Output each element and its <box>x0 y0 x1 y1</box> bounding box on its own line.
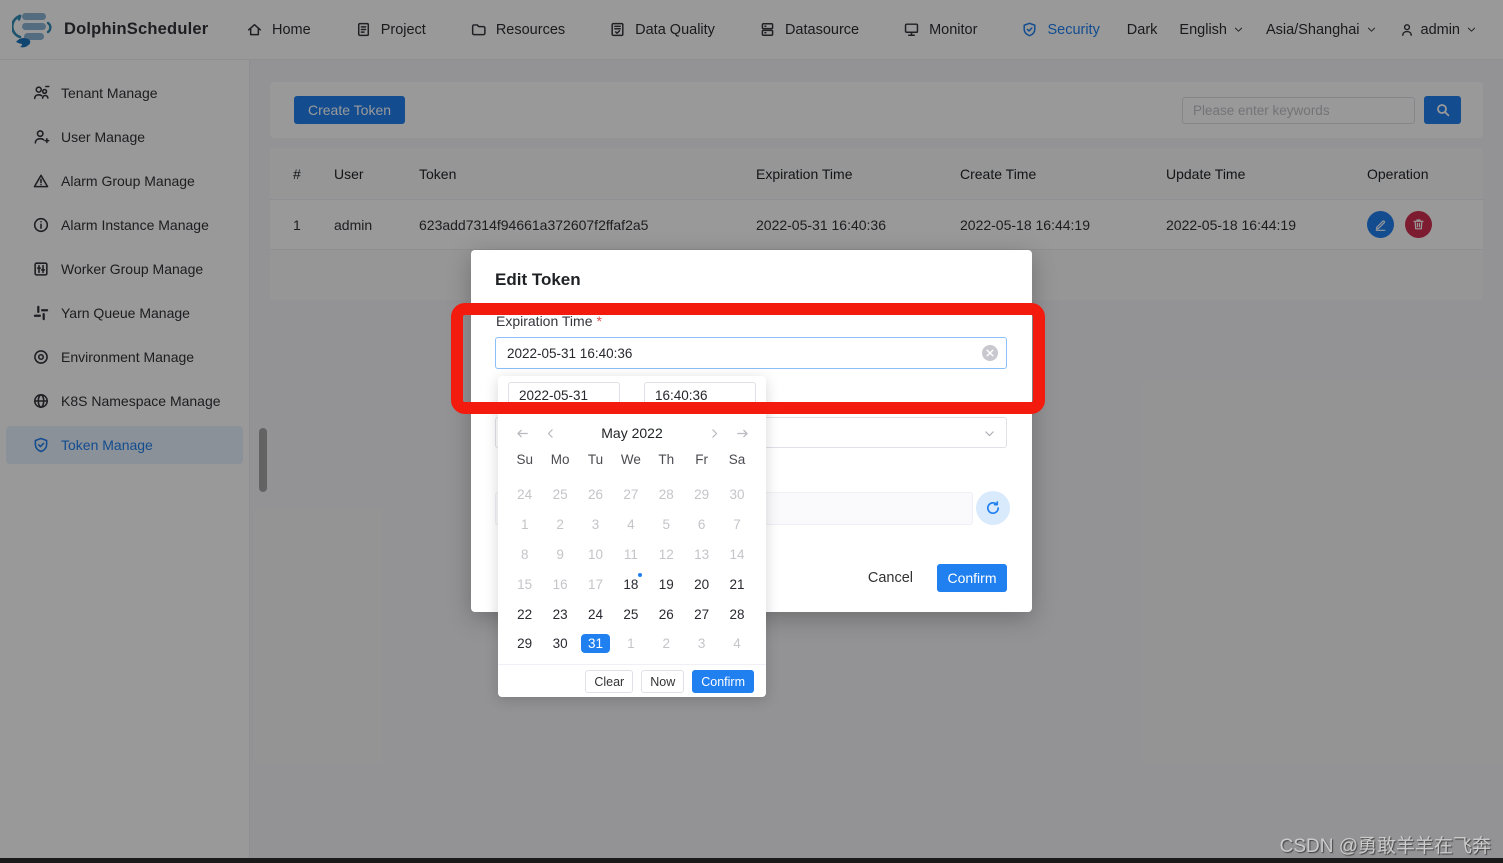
clear-button[interactable]: Clear <box>585 670 633 693</box>
calendar-day[interactable]: 9 <box>542 540 577 570</box>
now-button[interactable]: Now <box>641 670 684 693</box>
calendar-day[interactable]: 2 <box>542 510 577 540</box>
calendar-day[interactable]: 8 <box>507 540 542 570</box>
weekday-label: Fr <box>684 452 719 467</box>
weekday-label: Sa <box>719 452 754 467</box>
red-highlight-annotation <box>451 303 1045 414</box>
calendar-day[interactable]: 16 <box>542 569 577 599</box>
calendar-day[interactable]: 29 <box>507 629 542 659</box>
calendar-day[interactable]: 10 <box>578 540 613 570</box>
fast-backward-icon[interactable] <box>508 426 536 441</box>
bottom-bar <box>0 858 1503 863</box>
weekday-label: Th <box>649 452 684 467</box>
calendar-day[interactable]: 3 <box>578 510 613 540</box>
calendar-day[interactable]: 24 <box>578 599 613 629</box>
calendar-day[interactable]: 13 <box>684 540 719 570</box>
calendar-day[interactable]: 28 <box>649 480 684 510</box>
calendar-month-label: May 2022 <box>564 425 700 441</box>
weekday-label: Mo <box>542 452 577 467</box>
modal-title: Edit Token <box>495 270 581 290</box>
chevron-down-icon <box>983 427 996 440</box>
calendar-day[interactable]: 6 <box>684 510 719 540</box>
calendar-day[interactable]: 14 <box>719 540 754 570</box>
calendar-day[interactable]: 7 <box>719 510 754 540</box>
calendar-day[interactable]: 26 <box>649 599 684 629</box>
prev-month-icon[interactable] <box>536 427 564 440</box>
calendar-day[interactable]: 30 <box>542 629 577 659</box>
calendar-day[interactable]: 5 <box>649 510 684 540</box>
calendar-day[interactable]: 24 <box>507 480 542 510</box>
weekday-label: Su <box>507 452 542 467</box>
fast-forward-icon[interactable] <box>728 426 756 441</box>
calendar-day[interactable]: 20 <box>684 569 719 599</box>
calendar-day[interactable]: 28 <box>719 599 754 629</box>
calendar-header: May 2022 <box>508 420 756 446</box>
calendar-day[interactable]: 29 <box>684 480 719 510</box>
calendar-day[interactable]: 26 <box>578 480 613 510</box>
cancel-button[interactable]: Cancel <box>868 570 913 586</box>
calendar-day[interactable]: 3 <box>684 629 719 659</box>
calendar-day[interactable]: 18 <box>613 569 648 599</box>
weekday-label: Tu <box>578 452 613 467</box>
calendar-day[interactable]: 17 <box>578 569 613 599</box>
calendar-day[interactable]: 4 <box>613 510 648 540</box>
calendar-day[interactable]: 15 <box>507 569 542 599</box>
calendar-day[interactable]: 12 <box>649 540 684 570</box>
watermark: CSDN @勇敢羊羊在飞奔 <box>1280 831 1491 858</box>
next-month-icon[interactable] <box>700 427 728 440</box>
calendar-footer: Clear Now Confirm <box>498 664 766 693</box>
calendar-grid: 2425262728293012345678910111213141516171… <box>507 480 755 659</box>
calendar-day[interactable]: 31 <box>578 629 613 659</box>
calendar-day[interactable]: 27 <box>613 480 648 510</box>
calendar-day[interactable]: 27 <box>684 599 719 629</box>
calendar-day[interactable]: 22 <box>507 599 542 629</box>
calendar-day[interactable]: 1 <box>507 510 542 540</box>
calendar-day[interactable]: 11 <box>613 540 648 570</box>
regenerate-token-button[interactable] <box>976 491 1010 525</box>
app: DolphinScheduler Home Project Resources … <box>0 0 1503 863</box>
calendar-day[interactable]: 25 <box>542 480 577 510</box>
weekday-label: We <box>613 452 648 467</box>
calendar-weekdays: Su Mo Tu We Th Fr Sa <box>507 452 755 467</box>
calendar-day[interactable]: 25 <box>613 599 648 629</box>
confirm-button[interactable]: Confirm <box>937 564 1007 592</box>
calendar-day[interactable]: 2 <box>649 629 684 659</box>
calendar-day[interactable]: 1 <box>613 629 648 659</box>
calendar-day[interactable]: 19 <box>649 569 684 599</box>
calendar-day[interactable]: 4 <box>719 629 754 659</box>
modal-footer: Cancel Confirm <box>868 564 1007 592</box>
calendar-day[interactable]: 23 <box>542 599 577 629</box>
datetime-picker-popup: May 2022 Su Mo Tu We Th Fr Sa 2425262728… <box>498 376 766 697</box>
refresh-icon <box>984 499 1002 517</box>
picker-confirm-button[interactable]: Confirm <box>692 670 754 693</box>
calendar-day[interactable]: 21 <box>719 569 754 599</box>
today-dot <box>638 573 642 577</box>
calendar-day[interactable]: 30 <box>719 480 754 510</box>
